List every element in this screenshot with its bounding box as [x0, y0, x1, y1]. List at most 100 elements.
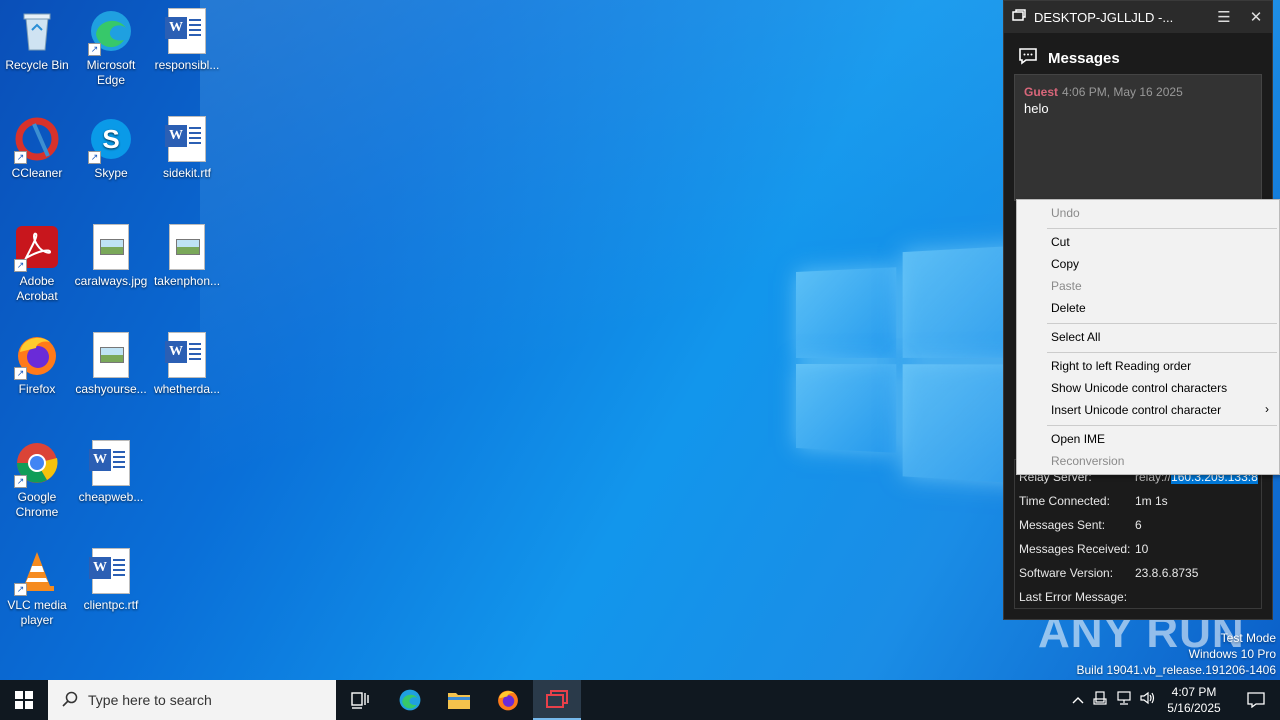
icon-label: clientpc.rtf — [83, 598, 139, 612]
action-center-button[interactable] — [1232, 680, 1280, 720]
windows-watermark: Test Mode Windows 10 Pro Build 19041.vb_… — [1077, 630, 1277, 678]
stat-key: Messages Sent: — [1019, 518, 1106, 532]
desktop-icon-responsibl[interactable]: W responsibl... — [150, 8, 224, 73]
window-title: DESKTOP-JGLLJLD -... — [1034, 9, 1174, 25]
menu-separator — [1047, 425, 1277, 426]
close-icon[interactable]: ✕ — [1240, 8, 1272, 26]
build-text: Build 19041.vb_release.191206-1406 — [1076, 663, 1277, 677]
start-button[interactable] — [0, 680, 48, 720]
icon-label: sidekit.rtf — [162, 166, 211, 180]
desktop-icon-whetherda[interactable]: W whetherda... — [150, 332, 224, 397]
vlc-icon: ↗ — [14, 548, 60, 596]
stat-value: 6 — [1135, 518, 1142, 532]
menu-open-ime[interactable]: Open IME — [1051, 432, 1105, 446]
menu-separator — [1047, 352, 1277, 353]
word-doc-icon: W — [164, 332, 210, 378]
desktop-icon-vlc[interactable]: ↗ VLC media player — [0, 548, 74, 628]
firefox-icon: ↗ — [14, 332, 60, 380]
desktop-icon-acrobat[interactable]: ↗ Adobe Acrobat — [0, 224, 74, 304]
icon-label: cashyourse... — [75, 382, 147, 396]
menu-rtl-reading-order[interactable]: Right to left Reading order — [1051, 359, 1191, 373]
image-file-icon — [88, 224, 134, 270]
taskbar-search-box[interactable]: Type here to search — [48, 680, 336, 720]
stat-value: 23.8.6.8735 — [1135, 566, 1199, 580]
desktop-icon-chrome[interactable]: ↗ Google Chrome — [0, 440, 74, 520]
recycle-bin-icon — [14, 8, 60, 54]
window-restore-icon — [1012, 9, 1026, 25]
desktop-icon-cashyourse[interactable]: cashyourse... — [74, 332, 148, 397]
message-text: helo — [1024, 101, 1049, 116]
clock-time: 4:07 PM — [1171, 685, 1217, 699]
search-placeholder: Type here to search — [88, 692, 212, 708]
word-doc-icon: W — [164, 8, 210, 54]
network-icon[interactable] — [1112, 691, 1136, 709]
edge-icon — [399, 689, 421, 711]
stat-value: 10 — [1135, 542, 1149, 556]
taskbar-file-explorer[interactable] — [435, 680, 483, 720]
desktop-icon-firefox[interactable]: ↗ Firefox — [0, 332, 74, 397]
desktop-icon-clientpc[interactable]: W clientpc.rtf — [74, 548, 148, 613]
menu-insert-unicode[interactable]: Insert Unicode control character — [1051, 403, 1221, 417]
desktop-icon-recycle-bin[interactable]: Recycle Bin — [0, 8, 74, 73]
shortcut-arrow-icon: ↗ — [88, 151, 101, 164]
volume-icon[interactable] — [1136, 691, 1160, 709]
icon-label: caralways.jpg — [74, 274, 148, 288]
logo-pane — [796, 364, 897, 453]
folder-icon — [448, 693, 470, 709]
stat-key: Messages Received: — [1019, 542, 1131, 556]
edge-icon: ↗ — [88, 8, 134, 56]
task-view-icon — [351, 692, 369, 709]
icon-label: CCleaner — [11, 166, 63, 180]
word-doc-icon: W — [88, 548, 134, 594]
taskbar-remote-app[interactable] — [533, 680, 581, 720]
icon-label: responsibl... — [154, 58, 220, 72]
svg-text:S: S — [102, 124, 119, 154]
menu-copy[interactable]: Copy — [1051, 257, 1079, 271]
desktop-icon-takenphon[interactable]: takenphon... — [150, 224, 224, 289]
chevron-up-icon[interactable] — [1068, 693, 1088, 708]
menu-separator — [1047, 228, 1277, 229]
icon-label: whetherda... — [153, 382, 221, 396]
desktop-icon-cheapweb[interactable]: W cheapweb... — [74, 440, 148, 505]
stat-key: Time Connected: — [1019, 494, 1110, 508]
menu-delete[interactable]: Delete — [1051, 301, 1086, 315]
shortcut-arrow-icon: ↗ — [14, 475, 27, 488]
window-titlebar[interactable]: DESKTOP-JGLLJLD -... ☰ ✕ — [1004, 1, 1272, 33]
edition-text: Windows 10 Pro — [1188, 647, 1276, 661]
desktop-icon-caralways[interactable]: caralways.jpg — [74, 224, 148, 289]
menu-cut[interactable]: Cut — [1051, 235, 1070, 249]
acrobat-icon: ↗ — [14, 224, 60, 272]
desktop-icon-edge[interactable]: ↗ Microsoft Edge — [74, 8, 148, 88]
menu-paste: Paste — [1051, 279, 1082, 293]
device-icon[interactable] — [1088, 691, 1112, 709]
desktop-icon-skype[interactable]: S ↗ Skype — [74, 116, 148, 181]
connection-stats-panel: Relay Server: relay://160.3.209.133:8 Tim… — [1014, 459, 1262, 609]
menu-separator — [1047, 323, 1277, 324]
icon-label: Recycle Bin — [5, 58, 69, 72]
notification-icon — [1247, 692, 1265, 708]
skype-icon: S ↗ — [88, 116, 134, 164]
taskbar-edge[interactable] — [386, 680, 434, 720]
stat-time-connected: Time Connected: 1m 1s — [1019, 494, 1168, 508]
task-view-button[interactable] — [336, 680, 384, 720]
taskbar-clock[interactable]: 4:07 PM 5/16/2025 — [1158, 684, 1230, 716]
desktop-icon-ccleaner[interactable]: ↗ CCleaner — [0, 116, 74, 181]
chrome-icon: ↗ — [14, 440, 60, 488]
menu-show-unicode[interactable]: Show Unicode control characters — [1051, 381, 1227, 395]
desktop-icon-sidekit[interactable]: W sidekit.rtf — [150, 116, 224, 181]
search-icon — [62, 691, 78, 710]
shortcut-arrow-icon: ↗ — [14, 259, 27, 272]
icon-label: Google Chrome — [15, 490, 59, 519]
stat-value: 1m 1s — [1135, 494, 1168, 508]
stat-key: Last Error Message: — [1019, 590, 1128, 604]
test-mode-text: Test Mode — [1220, 631, 1276, 645]
taskbar-firefox[interactable] — [484, 680, 532, 720]
menu-list-icon[interactable]: ☰ — [1208, 8, 1240, 26]
shortcut-arrow-icon: ↗ — [14, 367, 27, 380]
stat-messages-sent: Messages Sent: 6 — [1019, 518, 1142, 532]
message-list[interactable]: Guest 4:06 PM, May 16 2025 helo — [1014, 74, 1262, 201]
icon-label: VLC media player — [7, 598, 67, 627]
context-menu[interactable]: Undo Cut Copy Paste Delete Select All Ri… — [1016, 199, 1280, 475]
menu-select-all[interactable]: Select All — [1051, 330, 1100, 344]
ccleaner-icon: ↗ — [14, 116, 60, 164]
